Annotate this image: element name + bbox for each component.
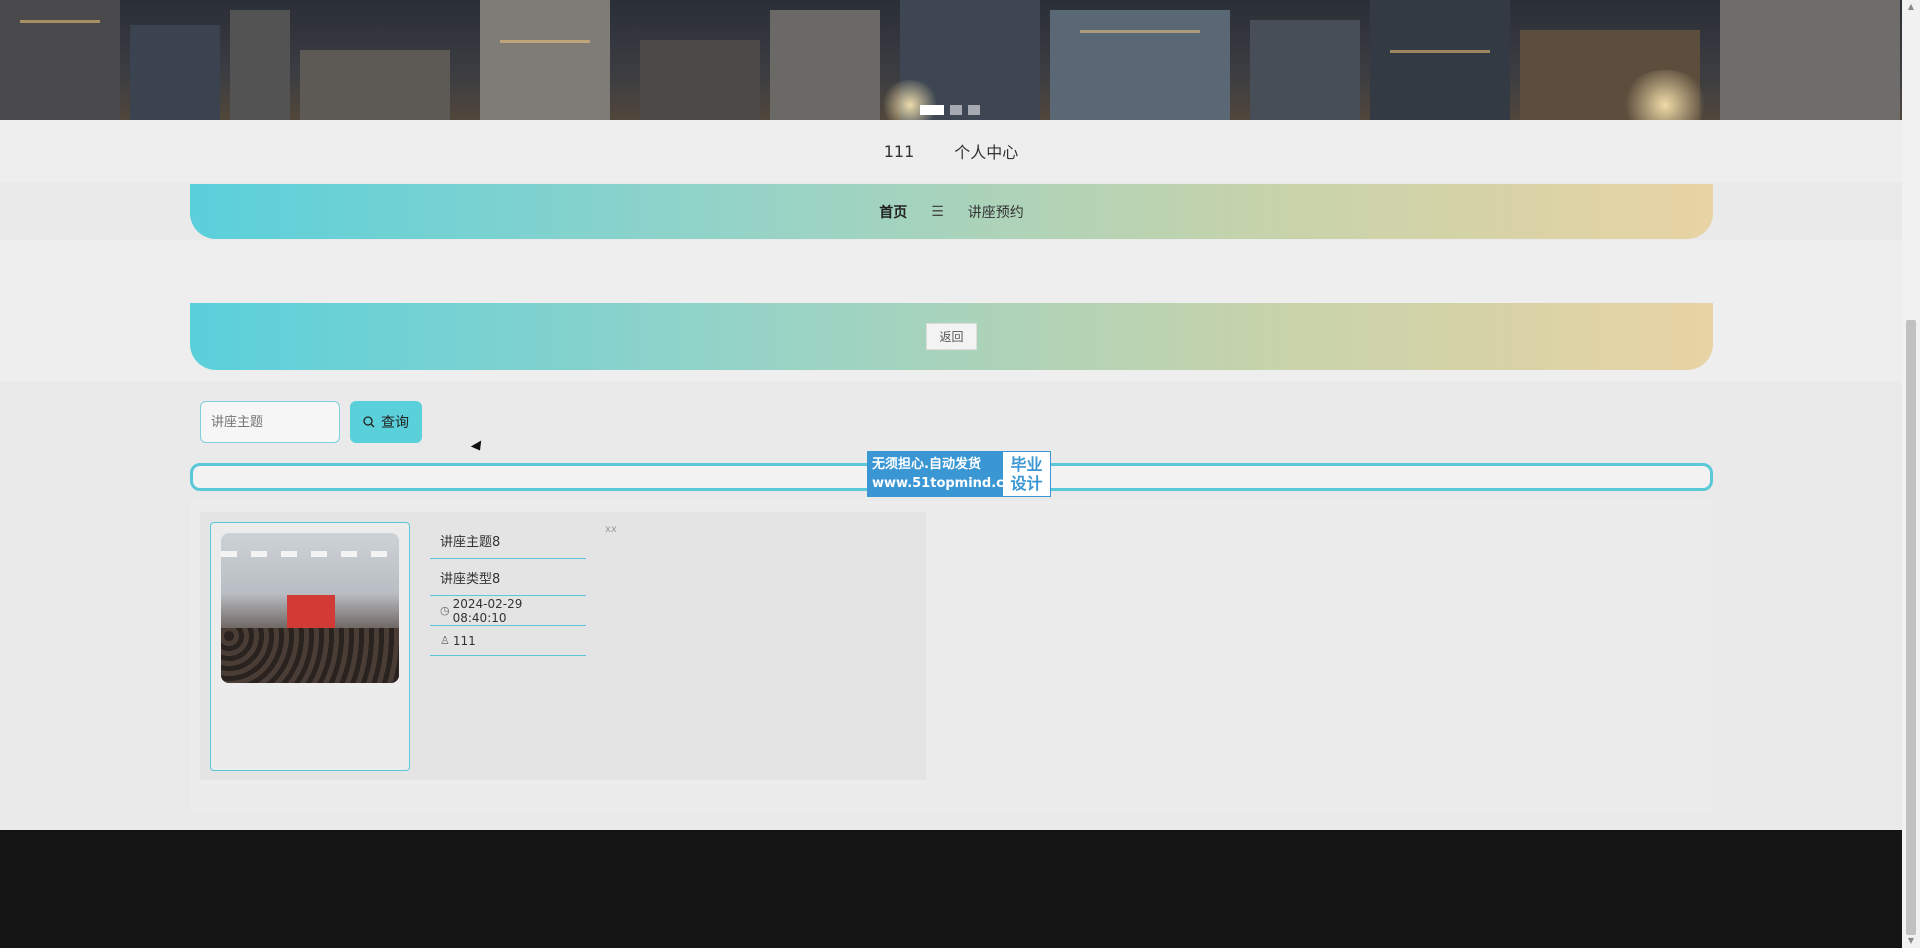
lecture-description: xx	[605, 524, 617, 535]
search-button-label: 查询	[381, 414, 409, 430]
lecture-title: 讲座主题8	[430, 522, 586, 559]
scrollbar[interactable]: ▲ ▼	[1902, 0, 1920, 948]
carousel-dot[interactable]	[950, 105, 962, 115]
carousel-dot[interactable]	[968, 105, 980, 115]
mouse-cursor	[470, 440, 486, 454]
watermark-tag: 毕业	[1010, 455, 1043, 474]
scroll-down-icon[interactable]: ▼	[1906, 936, 1916, 946]
nav-current-page: 讲座预约	[967, 204, 1024, 221]
scroll-up-icon[interactable]: ▲	[1906, 2, 1916, 12]
lecture-type: 讲座类型8	[430, 559, 586, 596]
clock-icon: ◷	[440, 604, 450, 617]
search-icon	[363, 416, 375, 428]
main-nav: 首页 ☰ 讲座预约	[190, 184, 1713, 239]
lecture-time-value: 2024-02-29 08:40:10	[452, 596, 523, 625]
lecture-image-frame[interactable]	[210, 522, 410, 771]
watermark-text: 无须担心.自动发货	[872, 457, 981, 472]
search-input[interactable]	[200, 401, 340, 443]
lecture-image[interactable]	[221, 533, 399, 683]
carousel-indicators[interactable]	[920, 105, 980, 115]
user-icon: ♙	[440, 634, 450, 647]
lecture-info: 讲座主题8 讲座类型8 ◷ 2024-02-29 08:40:10 ♙ 111	[430, 522, 586, 656]
back-bar: 返回	[190, 303, 1713, 370]
lecture-user-value: 111	[452, 633, 476, 648]
lecture-list: 讲座主题8 讲座类型8 ◷ 2024-02-29 08:40:10 ♙ 111 …	[190, 501, 1713, 811]
carousel-dot[interactable]	[920, 105, 944, 115]
user-bar: 111 个人中心	[0, 120, 1902, 182]
search-button[interactable]: 查询	[350, 401, 422, 443]
footer	[0, 830, 1902, 948]
watermark-tag: 设计	[1010, 474, 1043, 493]
lecture-time: ◷ 2024-02-29 08:40:10	[430, 596, 586, 626]
username-link[interactable]: 111	[884, 142, 915, 161]
lecture-card[interactable]: 讲座主题8 讲座类型8 ◷ 2024-02-29 08:40:10 ♙ 111 …	[200, 512, 926, 780]
watermark-url: www.51topmind.com	[872, 476, 1027, 491]
back-button[interactable]: 返回	[926, 323, 977, 350]
lecture-user: ♙ 111	[430, 626, 586, 656]
hero-banner	[0, 0, 1902, 120]
nav-home-link[interactable]: 首页	[879, 202, 907, 222]
menu-icon: ☰	[931, 203, 944, 220]
profile-link[interactable]: 个人中心	[954, 139, 1018, 163]
watermark: 无须担心.自动发货 www.51topmind.com 毕业 设计	[867, 451, 1051, 497]
scrollbar-thumb[interactable]	[1906, 320, 1916, 935]
